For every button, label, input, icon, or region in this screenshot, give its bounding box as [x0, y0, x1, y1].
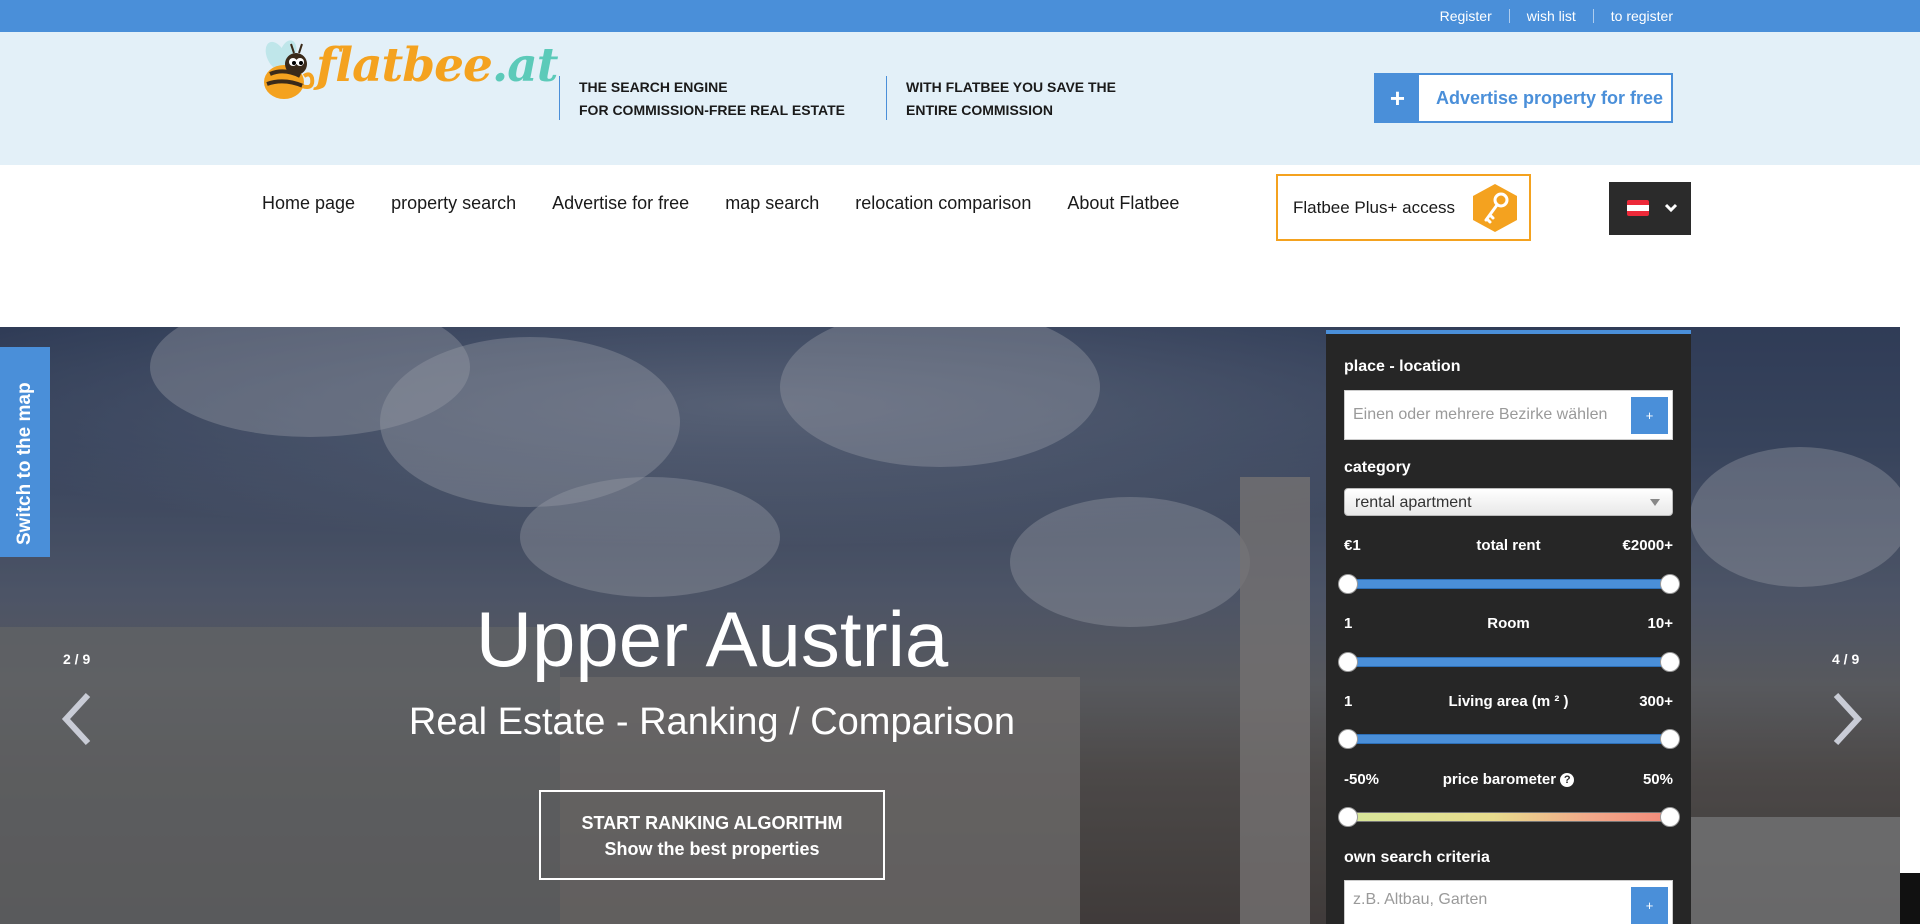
- total-rent-min-handle[interactable]: [1338, 574, 1358, 594]
- advertise-property-label: Advertise property for free: [1436, 87, 1664, 108]
- own-search-criteria-label: own search criteria: [1344, 849, 1490, 866]
- category-select[interactable]: rental apartment: [1344, 488, 1673, 516]
- place-location-placeholder: Einen oder mehrere Bezirke wählen: [1353, 406, 1608, 423]
- add-place-button[interactable]: +: [1631, 397, 1668, 434]
- living-area-slider-track[interactable]: [1348, 734, 1670, 744]
- plus-icon: +: [1376, 75, 1419, 121]
- total-rent-max: €2000+: [1622, 537, 1673, 554]
- switch-to-map-label: Switch to the map: [14, 382, 35, 545]
- start-ranking-button[interactable]: START RANKING ALGORITHM Show the best pr…: [539, 790, 885, 880]
- wish-list-link[interactable]: wish list: [1508, 9, 1593, 23]
- category-label: category: [1344, 459, 1411, 476]
- austria-flag-icon: [1627, 200, 1649, 216]
- total-rent-row: total rent €1 €2000+: [1344, 537, 1673, 557]
- main-nav: Home page property search Advertise for …: [262, 193, 1215, 214]
- tagline-line: WITH FLATBEE YOU SAVE THE: [906, 79, 1117, 95]
- category-value: rental apartment: [1355, 494, 1472, 511]
- start-ranking-sublabel: Show the best properties: [604, 839, 820, 859]
- tagline-search-engine: THE SEARCH ENGINE FOR COMMISSION-FREE RE…: [559, 76, 845, 120]
- switch-to-map-tab[interactable]: Switch to the map: [0, 347, 50, 557]
- price-barometer-slider-track[interactable]: [1348, 812, 1670, 822]
- plus-access-label: Flatbee Plus+ access: [1293, 197, 1456, 217]
- price-barometer-max-handle[interactable]: [1660, 807, 1680, 827]
- bee-icon: [264, 40, 315, 99]
- room-min-handle[interactable]: [1338, 652, 1358, 672]
- slide-counter-next: 4 / 9: [1832, 651, 1860, 667]
- price-barometer-row: price barometer ? -50% 50%: [1344, 771, 1673, 791]
- top-bar: Register wish list to register: [0, 0, 1920, 32]
- nav-item-advertise[interactable]: Advertise for free: [552, 193, 689, 214]
- to-register-link[interactable]: to register: [1592, 9, 1673, 23]
- nav-item-relocation[interactable]: relocation comparison: [855, 193, 1031, 214]
- advertise-property-button[interactable]: + Advertise property for free: [1374, 73, 1673, 123]
- tagline-line: THE SEARCH ENGINE: [579, 79, 728, 95]
- tagline-save-commission: WITH FLATBEE YOU SAVE THE ENTIRE COMMISS…: [886, 76, 1116, 120]
- logo-main-text: flatbee: [316, 38, 493, 93]
- room-max-handle[interactable]: [1660, 652, 1680, 672]
- dropdown-arrow-icon: [1650, 499, 1660, 506]
- plus-access-button[interactable]: Flatbee Plus+ access: [1276, 174, 1531, 241]
- nav-item-property-search[interactable]: property search: [391, 193, 516, 214]
- nav-item-home[interactable]: Home page: [262, 193, 355, 214]
- price-barometer-max: 50%: [1642, 771, 1673, 788]
- slide-next-arrow-icon[interactable]: [1826, 689, 1866, 749]
- price-barometer-min-handle[interactable]: [1338, 807, 1358, 827]
- logo-wordmark: flatbee.at: [316, 38, 559, 93]
- chevron-down-icon: [1664, 203, 1678, 213]
- tagline-line: FOR COMMISSION-FREE REAL ESTATE: [579, 102, 846, 118]
- flatbee-logo[interactable]: flatbee.at: [258, 32, 558, 107]
- start-ranking-label: START RANKING ALGORITHM: [581, 813, 843, 833]
- living-area-min-handle[interactable]: [1338, 729, 1358, 749]
- room-label: Room: [1487, 615, 1530, 632]
- nav-item-about[interactable]: About Flatbee: [1067, 193, 1179, 214]
- room-row: Room 1 10+: [1344, 615, 1673, 635]
- hero-subtitle: Real Estate - Ranking / Comparison: [408, 701, 1016, 743]
- price-barometer-label-wrap: price barometer ?: [1344, 771, 1673, 788]
- own-search-criteria-placeholder: z.B. Altbau, Garten: [1353, 891, 1488, 908]
- living-area-min: 1: [1344, 693, 1353, 710]
- place-location-input[interactable]: Einen oder mehrere Bezirke wählen +: [1344, 390, 1673, 440]
- help-icon[interactable]: ?: [1560, 773, 1575, 787]
- register-link[interactable]: Register: [1423, 9, 1509, 23]
- hero-title: Upper Austria: [475, 595, 949, 683]
- price-barometer-min: -50%: [1344, 771, 1380, 788]
- total-rent-max-handle[interactable]: [1660, 574, 1680, 594]
- living-area-label: Living area (m ² ): [1448, 693, 1569, 710]
- place-location-label: place - location: [1344, 358, 1461, 375]
- living-area-max-handle[interactable]: [1660, 729, 1680, 749]
- scrollbar-thumb[interactable]: [1900, 873, 1920, 924]
- room-max: 10+: [1647, 615, 1673, 632]
- living-area-row: Living area (m ² ) 1 300+: [1344, 693, 1673, 713]
- language-selector[interactable]: [1609, 182, 1691, 235]
- price-barometer-label: price barometer: [1442, 771, 1557, 788]
- room-slider-track[interactable]: [1348, 657, 1670, 667]
- add-criteria-button[interactable]: +: [1631, 887, 1668, 924]
- tagline-line: ENTIRE COMMISSION: [906, 102, 1054, 118]
- living-area-max: 300+: [1639, 693, 1673, 710]
- top-links: Register wish list to register: [1423, 0, 1673, 32]
- own-search-criteria-input[interactable]: z.B. Altbau, Garten +: [1344, 880, 1673, 924]
- logo-tld-text: .at: [491, 38, 559, 93]
- total-rent-slider-track[interactable]: [1348, 579, 1670, 589]
- total-rent-min: €1: [1344, 537, 1361, 554]
- room-min: 1: [1344, 615, 1353, 632]
- scrollbar[interactable]: [1900, 327, 1920, 924]
- search-panel: place - location Einen oder mehrere Bezi…: [1326, 330, 1691, 924]
- nav-item-map-search[interactable]: map search: [725, 193, 819, 214]
- key-icon: [1473, 184, 1517, 232]
